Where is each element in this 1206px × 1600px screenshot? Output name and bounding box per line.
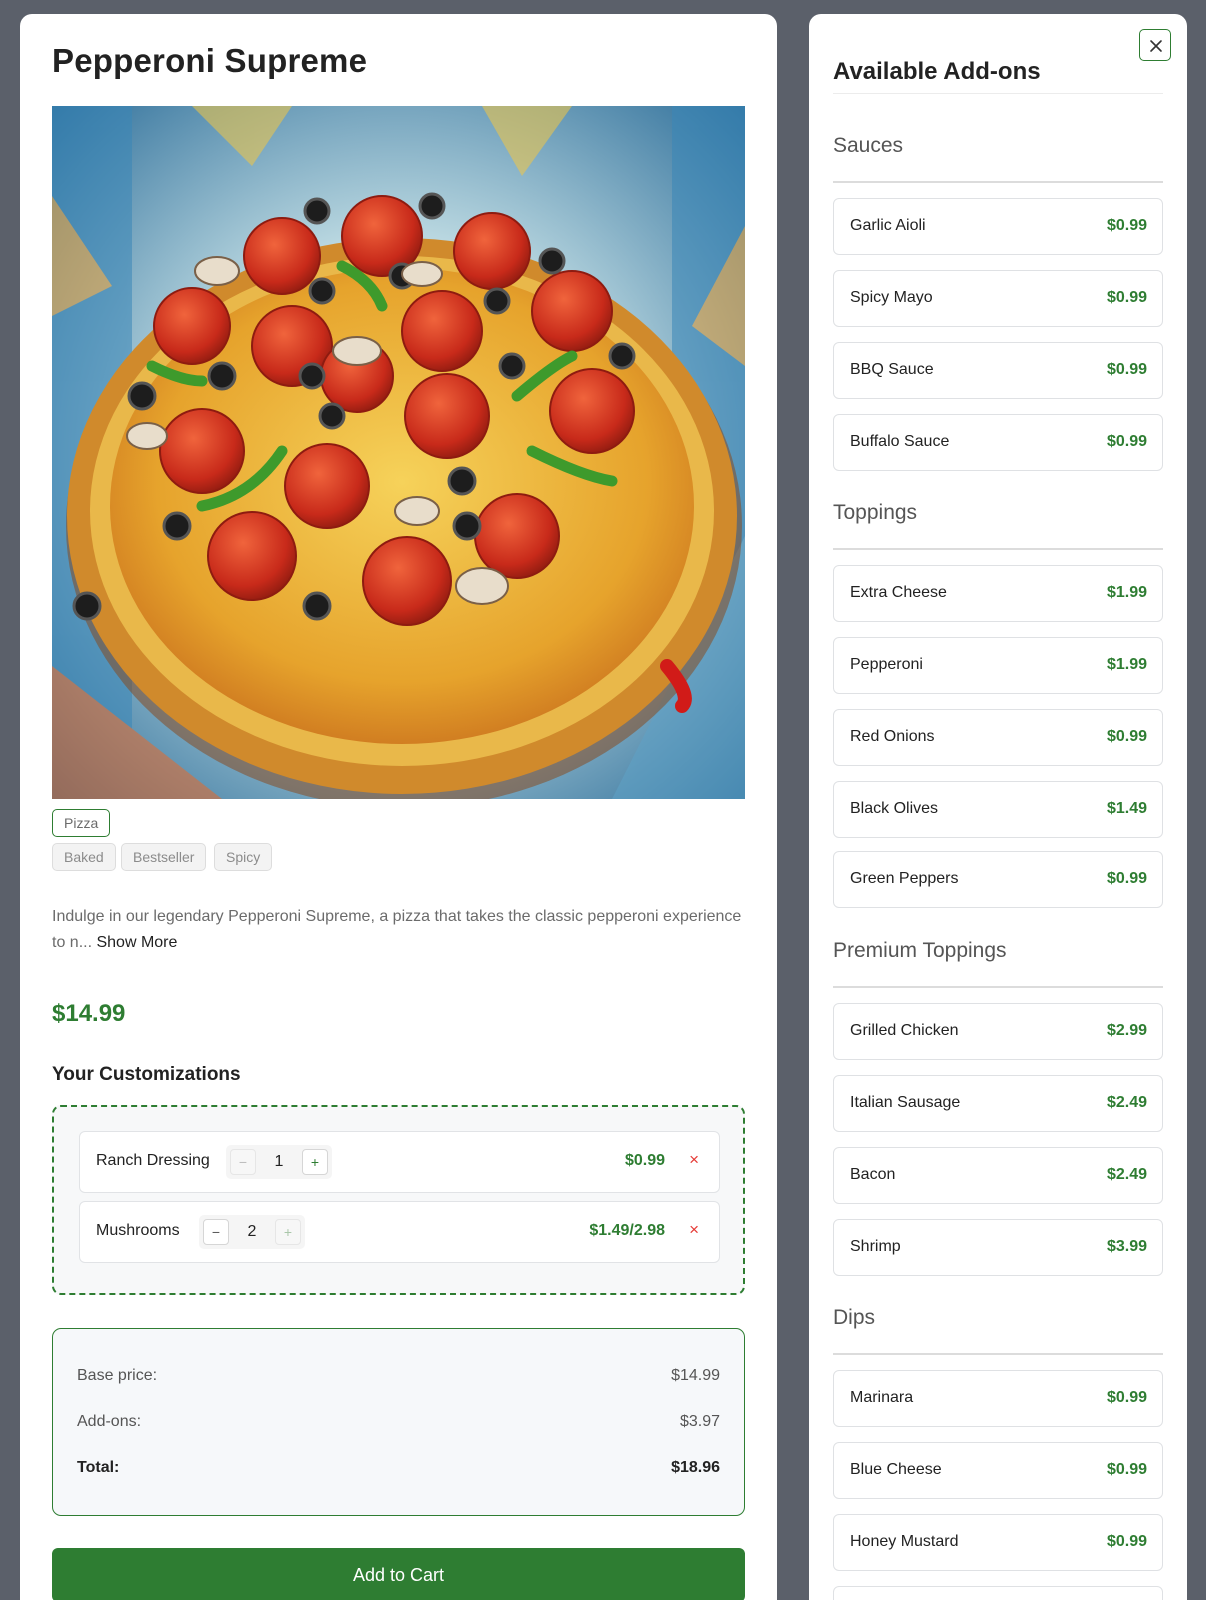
addons-value: $3.97 bbox=[679, 1413, 720, 1430]
addon-price: $1.49 bbox=[1106, 800, 1147, 817]
addon-name: Green Peppers bbox=[850, 870, 959, 887]
addon-item[interactable]: Garlic Aioli $0.99 bbox=[833, 198, 1163, 255]
addon-price: $0.99 bbox=[1106, 433, 1147, 450]
addon-item[interactable]: BBQ Sauce $0.99 bbox=[833, 342, 1163, 399]
addon-price: $0.99 bbox=[1106, 217, 1147, 234]
addons-panel: Available Add-ons Sauces Garlic Aioli $0… bbox=[809, 14, 1187, 1600]
addon-price: $2.99 bbox=[1106, 1022, 1147, 1039]
divider bbox=[833, 93, 1163, 94]
divider bbox=[833, 1353, 1163, 1355]
quantity-value: 2 bbox=[247, 1223, 257, 1240]
add-to-cart-button[interactable]: Add to Cart bbox=[52, 1548, 745, 1600]
section-label: Toppings bbox=[833, 501, 918, 524]
addon-name: Marinara bbox=[850, 1389, 914, 1406]
addon-item[interactable]: Shrimp $3.99 bbox=[833, 1219, 1163, 1276]
addon-name: Red Onions bbox=[850, 728, 935, 745]
addon-name: Pepperoni bbox=[850, 656, 923, 673]
tag-spicy[interactable]: Spicy bbox=[214, 843, 273, 871]
addon-price: $0.99 bbox=[1106, 1533, 1147, 1550]
addon-item[interactable]: Red Onions $0.99 bbox=[833, 709, 1163, 766]
addon-item[interactable]: Black Olives $1.49 bbox=[833, 781, 1163, 838]
section-label: Premium Toppings bbox=[833, 939, 1007, 962]
addon-item[interactable]: Green Peppers $0.99 bbox=[833, 851, 1163, 908]
divider bbox=[833, 181, 1163, 183]
addon-item[interactable]: Extra Cheese $1.99 bbox=[833, 565, 1163, 622]
addons-title: Available Add-ons bbox=[833, 58, 1041, 85]
product-image bbox=[52, 106, 745, 799]
addon-item[interactable]: Marinara $0.99 bbox=[833, 1370, 1163, 1427]
addon-name: Blue Cheese bbox=[850, 1461, 942, 1478]
category-tag[interactable]: Pizza bbox=[52, 809, 111, 837]
addon-name: Spicy Mayo bbox=[850, 289, 933, 306]
quantity-stepper: − 2 + bbox=[199, 1215, 305, 1249]
addon-name: Honey Mustard bbox=[850, 1533, 959, 1550]
base-price-label: Base price: bbox=[77, 1367, 158, 1384]
close-button[interactable] bbox=[1139, 29, 1171, 61]
addon-price: $0.99 bbox=[1106, 870, 1147, 887]
quantity-value: 1 bbox=[274, 1153, 284, 1170]
decrease-button[interactable]: − bbox=[203, 1219, 229, 1245]
addon-item[interactable]: Pepperoni $1.99 bbox=[833, 637, 1163, 694]
divider bbox=[833, 986, 1163, 988]
addon-item[interactable]: Honey Mustard $0.99 bbox=[833, 1514, 1163, 1571]
addon-name: Shrimp bbox=[850, 1238, 901, 1255]
product-price: $14.99 bbox=[52, 1000, 126, 1027]
addon-name: Bacon bbox=[850, 1166, 896, 1183]
customization-price: $1.49/2.98 bbox=[589, 1222, 665, 1239]
addon-name: Buffalo Sauce bbox=[850, 433, 950, 450]
addon-item[interactable]: Grilled Chicken $2.99 bbox=[833, 1003, 1163, 1060]
addon-price: $3.99 bbox=[1106, 1238, 1147, 1255]
product-title: Pepperoni Supreme bbox=[52, 42, 368, 79]
remove-icon[interactable]: × bbox=[689, 1220, 699, 1240]
remove-icon[interactable]: × bbox=[689, 1150, 699, 1170]
customizations-list: Ranch Dressing − 1 + $0.99 × Mushrooms −… bbox=[52, 1105, 745, 1295]
decrease-button[interactable]: − bbox=[230, 1149, 256, 1175]
product-detail-panel: Pepperoni Supreme Pizza Baked Bestseller… bbox=[20, 14, 777, 1600]
customization-name: Ranch Dressing bbox=[96, 1152, 210, 1169]
customization-item: Ranch Dressing − 1 + $0.99 × bbox=[79, 1131, 720, 1193]
addon-price: $1.99 bbox=[1106, 584, 1147, 601]
customizations-heading: Your Customizations bbox=[52, 1064, 241, 1085]
addon-item-partial[interactable] bbox=[833, 1586, 1163, 1600]
total-label: Total: bbox=[77, 1459, 120, 1476]
tag-bestseller[interactable]: Bestseller bbox=[121, 843, 207, 871]
section-label: Dips bbox=[833, 1306, 876, 1329]
addon-price: $0.99 bbox=[1106, 361, 1147, 378]
addon-price: $1.99 bbox=[1106, 656, 1147, 673]
addon-item[interactable]: Spicy Mayo $0.99 bbox=[833, 270, 1163, 327]
customization-name: Mushrooms bbox=[96, 1222, 180, 1239]
tag-baked[interactable]: Baked bbox=[52, 843, 116, 871]
addon-name: Grilled Chicken bbox=[850, 1022, 959, 1039]
addon-item[interactable]: Blue Cheese $0.99 bbox=[833, 1442, 1163, 1499]
addon-item[interactable]: Buffalo Sauce $0.99 bbox=[833, 414, 1163, 471]
addon-item[interactable]: Bacon $2.49 bbox=[833, 1147, 1163, 1204]
close-icon bbox=[1150, 40, 1162, 52]
customization-price: $0.99 bbox=[624, 1152, 665, 1169]
price-summary: Base price: $14.99 Add-ons: $3.97 Total:… bbox=[52, 1328, 745, 1516]
addon-name: Garlic Aioli bbox=[850, 217, 926, 234]
base-price-value: $14.99 bbox=[671, 1367, 720, 1384]
addon-price: $0.99 bbox=[1106, 1461, 1147, 1478]
addon-price: $0.99 bbox=[1106, 1389, 1147, 1406]
addon-name: Black Olives bbox=[850, 800, 939, 817]
increase-button[interactable]: + bbox=[275, 1219, 301, 1245]
addon-item[interactable]: Italian Sausage $2.49 bbox=[833, 1075, 1163, 1132]
divider bbox=[833, 548, 1163, 550]
addon-name: BBQ Sauce bbox=[850, 361, 934, 378]
addon-name: Extra Cheese bbox=[850, 584, 947, 601]
addon-price: $0.99 bbox=[1106, 289, 1147, 306]
addon-name: Italian Sausage bbox=[850, 1094, 961, 1111]
show-more-link[interactable]: Show More bbox=[96, 934, 177, 951]
quantity-stepper: − 1 + bbox=[226, 1145, 332, 1179]
addons-label: Add-ons: bbox=[77, 1413, 142, 1430]
product-description: Indulge in our legendary Pepperoni Supre… bbox=[52, 904, 752, 956]
increase-button[interactable]: + bbox=[302, 1149, 328, 1175]
addon-price: $2.49 bbox=[1106, 1094, 1147, 1111]
addon-price: $0.99 bbox=[1106, 728, 1147, 745]
section-label: Sauces bbox=[833, 134, 904, 157]
customization-item: Mushrooms − 2 + $1.49/2.98 × bbox=[79, 1201, 720, 1263]
addon-price: $2.49 bbox=[1106, 1166, 1147, 1183]
total-value: $18.96 bbox=[671, 1459, 720, 1476]
